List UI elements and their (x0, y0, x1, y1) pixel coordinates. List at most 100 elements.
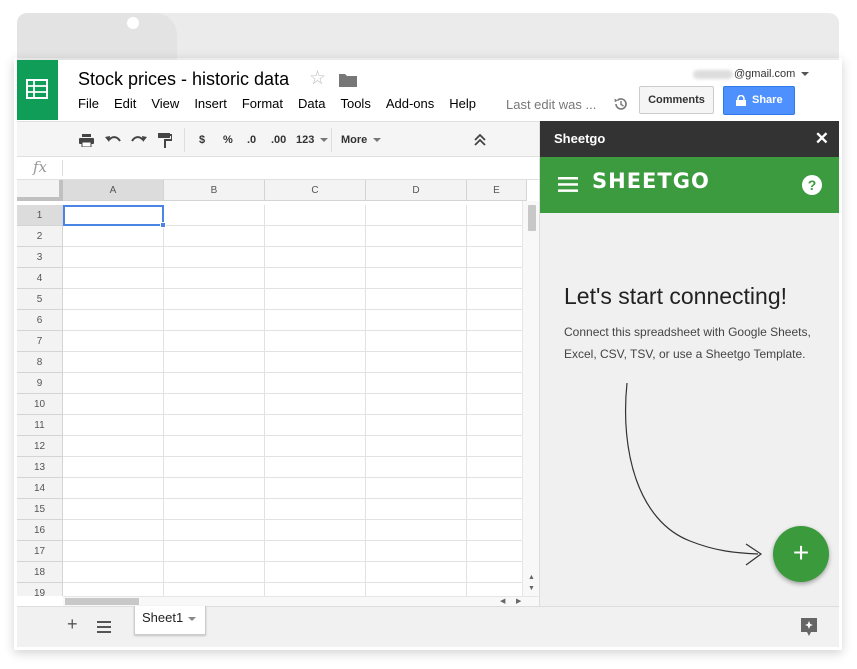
paint-format-icon[interactable] (158, 122, 173, 158)
cell-c4[interactable] (265, 268, 366, 289)
cell-e11[interactable] (467, 415, 527, 436)
row-header-11[interactable]: 11 (17, 415, 63, 436)
cell-d9[interactable] (366, 373, 467, 394)
cell-c16[interactable] (265, 520, 366, 541)
folder-icon[interactable] (339, 73, 357, 92)
column-header-e[interactable]: E (467, 180, 527, 201)
cell-a11[interactable] (63, 415, 164, 436)
row-header-4[interactable]: 4 (17, 268, 63, 289)
currency-format-button[interactable]: $ (199, 122, 205, 158)
cell-b16[interactable] (164, 520, 265, 541)
menu-file[interactable]: File (78, 96, 99, 111)
cell-e5[interactable] (467, 289, 527, 310)
cell-e4[interactable] (467, 268, 527, 289)
fill-handle[interactable] (160, 222, 166, 228)
cell-c13[interactable] (265, 457, 366, 478)
cell-d18[interactable] (366, 562, 467, 583)
horizontal-scroll-thumb[interactable] (65, 598, 139, 605)
vertical-scrollbar[interactable]: ▲ ▼ (522, 201, 539, 596)
vertical-scroll-thumb[interactable] (528, 205, 536, 231)
cell-b19[interactable] (164, 583, 265, 596)
cell-c3[interactable] (265, 247, 366, 268)
cell-d8[interactable] (366, 352, 467, 373)
cell-a18[interactable] (63, 562, 164, 583)
cell-b15[interactable] (164, 499, 265, 520)
cell-e2[interactable] (467, 226, 527, 247)
cell-c10[interactable] (265, 394, 366, 415)
undo-icon[interactable] (105, 122, 121, 158)
sheets-logo[interactable] (17, 60, 58, 120)
cell-d12[interactable] (366, 436, 467, 457)
add-sheet-icon[interactable]: + (67, 614, 78, 635)
collapse-toolbar-icon[interactable] (474, 122, 486, 158)
cell-e16[interactable] (467, 520, 527, 541)
browser-tab[interactable] (17, 13, 177, 60)
cell-d7[interactable] (366, 331, 467, 352)
scroll-right-icon[interactable]: ▶ (516, 597, 521, 605)
menu-view[interactable]: View (151, 96, 179, 111)
cell-d3[interactable] (366, 247, 467, 268)
cell-b1[interactable] (164, 205, 265, 226)
cell-a19[interactable] (63, 583, 164, 596)
row-header-16[interactable]: 16 (17, 520, 63, 541)
redo-icon[interactable] (131, 122, 147, 158)
cell-c15[interactable] (265, 499, 366, 520)
cell-c17[interactable] (265, 541, 366, 562)
cell-e12[interactable] (467, 436, 527, 457)
account-switcher[interactable]: @gmail.com (693, 68, 810, 80)
sheet-tab[interactable]: Sheet1 (134, 606, 206, 635)
cell-a9[interactable] (63, 373, 164, 394)
cell-e19[interactable] (467, 583, 527, 596)
row-header-14[interactable]: 14 (17, 478, 63, 499)
row-header-1[interactable]: 1 (17, 205, 63, 226)
increase-decimal-button[interactable]: .00 (271, 122, 286, 158)
formula-bar[interactable]: fx (17, 157, 539, 180)
chevron-down-icon[interactable] (188, 616, 197, 621)
row-header-19[interactable]: 19 (17, 583, 63, 596)
row-header-6[interactable]: 6 (17, 310, 63, 331)
cell-e6[interactable] (467, 310, 527, 331)
cell-c2[interactable] (265, 226, 366, 247)
cell-d1[interactable] (366, 205, 467, 226)
cell-b2[interactable] (164, 226, 265, 247)
cell-a8[interactable] (63, 352, 164, 373)
cell-b8[interactable] (164, 352, 265, 373)
cell-e13[interactable] (467, 457, 527, 478)
cell-d4[interactable] (366, 268, 467, 289)
cell-e18[interactable] (467, 562, 527, 583)
cell-b5[interactable] (164, 289, 265, 310)
cell-c19[interactable] (265, 583, 366, 596)
add-connection-button[interactable]: + (773, 526, 829, 582)
cell-e1[interactable] (467, 205, 527, 226)
row-header-18[interactable]: 18 (17, 562, 63, 583)
scroll-left-icon[interactable]: ◀ (500, 597, 505, 605)
cell-c9[interactable] (265, 373, 366, 394)
menu-tools[interactable]: Tools (340, 96, 370, 111)
cell-b18[interactable] (164, 562, 265, 583)
cell-c12[interactable] (265, 436, 366, 457)
cell-a16[interactable] (63, 520, 164, 541)
share-button[interactable]: Share (723, 86, 795, 115)
cell-a6[interactable] (63, 310, 164, 331)
row-header-7[interactable]: 7 (17, 331, 63, 352)
row-header-17[interactable]: 17 (17, 541, 63, 562)
scroll-up-icon[interactable]: ▲ (528, 574, 535, 581)
cell-c1[interactable] (265, 205, 366, 226)
row-header-8[interactable]: 8 (17, 352, 63, 373)
decrease-decimal-button[interactable]: .0 (247, 122, 256, 158)
cell-e9[interactable] (467, 373, 527, 394)
cell-a4[interactable] (63, 268, 164, 289)
cell-a3[interactable] (63, 247, 164, 268)
comments-button[interactable]: Comments (639, 86, 714, 114)
history-icon[interactable] (613, 96, 629, 117)
cell-c5[interactable] (265, 289, 366, 310)
cell-c6[interactable] (265, 310, 366, 331)
select-all-corner[interactable] (17, 180, 63, 201)
more-dropdown[interactable]: More (341, 122, 382, 158)
cell-e7[interactable] (467, 331, 527, 352)
cell-e14[interactable] (467, 478, 527, 499)
cell-a15[interactable] (63, 499, 164, 520)
cell-d16[interactable] (366, 520, 467, 541)
menu-format[interactable]: Format (242, 96, 283, 111)
row-header-13[interactable]: 13 (17, 457, 63, 478)
